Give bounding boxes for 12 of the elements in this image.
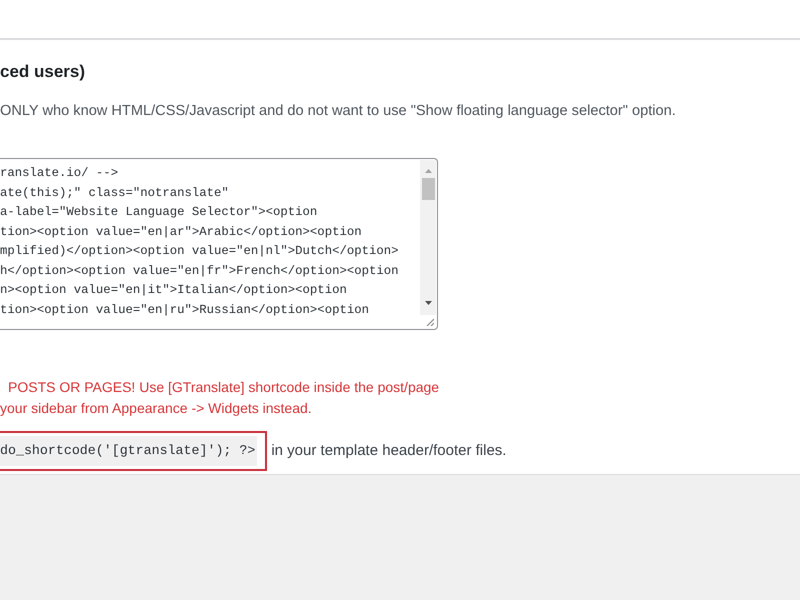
- template-instruction-text: in your template header/footer files.: [271, 440, 506, 461]
- code-field[interactable]: [0, 158, 438, 330]
- scrollbar-thumb[interactable]: [422, 178, 434, 200]
- warning-text: POSTS OR PAGES! Use [GTranslate] shortcode inside the post/page your sidebar from Appearance -> Widgets instead.: [0, 378, 440, 418]
- shortcode-code: do_shortcode('[gtranslate]'); ?>: [0, 436, 258, 466]
- scrollbar[interactable]: [420, 160, 436, 315]
- resize-grip-icon[interactable]: [426, 318, 434, 326]
- scroll-up-arrow-icon[interactable]: [424, 169, 432, 173]
- code-text: ranslate.io/ --> ate(this);" class="notranslate" a-label="Website Language Selector"><option tion><option value="en|ar">Arabic</option><option mplified)</option><option value="en|nl">Dutch</option> h</option><option value="en|fr">French</option><option n><option value="en|it">Italian</option><option tion><option value="en|ru">Russian</option><option: [0, 165, 398, 318]
- section-description: ONLY who know HTML/CSS/Javascript and do not want to use "Show floating language selector" option.: [0, 102, 676, 121]
- section-heading: ced users): [0, 61, 86, 83]
- scroll-down-arrow-icon[interactable]: [424, 301, 432, 305]
